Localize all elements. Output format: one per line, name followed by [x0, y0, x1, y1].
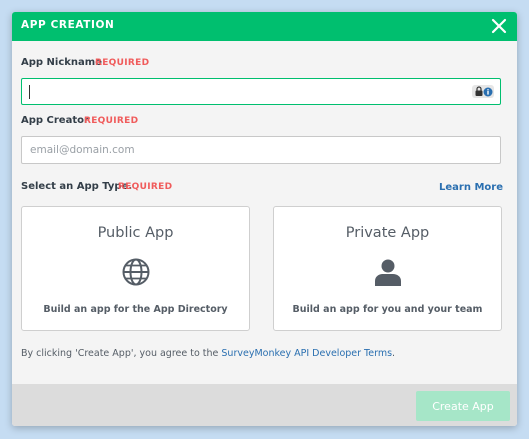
app-type-label: Select an App Type.: [21, 181, 133, 192]
terms-suffix: .: [392, 348, 396, 359]
public-app-card[interactable]: Public App Build an app for the App Dire…: [21, 206, 250, 331]
developer-terms-link[interactable]: SurveyMonkey API Developer Terms: [221, 348, 392, 359]
learn-more-link[interactable]: Learn More: [439, 182, 503, 193]
nickname-input[interactable]: [21, 78, 501, 105]
close-icon: [491, 18, 507, 34]
info-icon: [483, 87, 493, 96]
app-type-required-badge: REQUIRED: [118, 182, 173, 192]
modal-footer: Create App: [12, 384, 517, 426]
text-caret: [29, 85, 30, 99]
private-app-description: Build an app for you and your team: [292, 304, 483, 315]
terms-prefix: By clicking 'Create App', you agree to t…: [21, 348, 222, 359]
nickname-required-badge: REQUIRED: [95, 58, 150, 68]
password-manager-button[interactable]: [472, 85, 494, 98]
private-app-card[interactable]: Private App Build an app for you and you…: [273, 206, 502, 331]
terms-text: By clicking 'Create App', you agree to t…: [21, 348, 395, 359]
public-app-title: Public App: [97, 225, 174, 241]
app-creation-modal: APP CREATION App Nickname REQUIRED App C…: [12, 12, 517, 426]
nickname-label: App Nickname: [21, 57, 102, 68]
creator-placeholder: email@domain.com: [30, 144, 135, 156]
modal-title: APP CREATION: [21, 19, 115, 31]
private-app-title: Private App: [345, 225, 430, 241]
creator-required-badge: REQUIRED: [84, 116, 139, 126]
creator-label: App Creator: [21, 115, 89, 126]
globe-icon: [122, 258, 149, 286]
person-icon: [374, 259, 401, 286]
modal-header: APP CREATION: [12, 12, 517, 41]
close-button[interactable]: [489, 16, 509, 36]
creator-input[interactable]: email@domain.com: [21, 136, 501, 164]
public-app-description: Build an app for the App Directory: [43, 304, 228, 315]
create-app-button[interactable]: Create App: [416, 391, 510, 421]
